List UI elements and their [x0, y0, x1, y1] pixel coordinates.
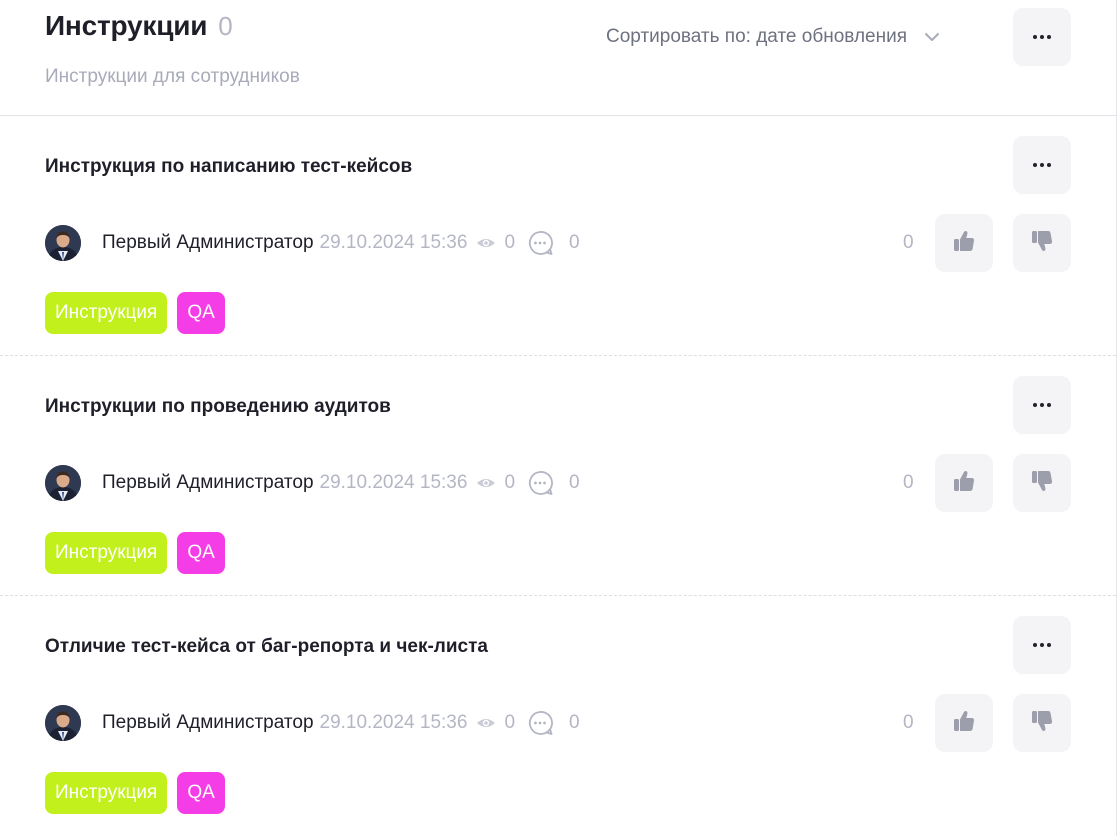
comment-icon[interactable]	[527, 470, 553, 496]
tag-list: Инструкция QA	[45, 772, 225, 814]
eye-icon	[476, 236, 496, 250]
instruction-title[interactable]: Инструкции по проведению аудитов	[45, 396, 391, 418]
instruction-item: Отличие тест-кейса от баг-репорта и чек-…	[0, 596, 1116, 836]
views-count: 0	[504, 232, 516, 253]
avatar[interactable]	[45, 225, 81, 261]
thumbs-down-icon	[1030, 469, 1054, 498]
publish-date: 29.10.2024 15:36	[319, 472, 468, 493]
dislike-button[interactable]	[1013, 694, 1071, 752]
author-name[interactable]: Первый Администратор	[102, 232, 314, 254]
title-row: Инструкции 0	[45, 10, 233, 42]
more-dots-icon	[1033, 163, 1051, 167]
chevron-down-icon	[923, 28, 941, 46]
instruction-list: Инструкция по написанию тест-кейсов Перв…	[0, 116, 1116, 836]
more-dots-icon	[1033, 35, 1051, 39]
tag-list: Инструкция QA	[45, 292, 225, 334]
item-more-button[interactable]	[1013, 616, 1071, 674]
dislike-button[interactable]	[1013, 214, 1071, 272]
comments-count: 0	[569, 712, 580, 733]
views-count: 0	[504, 472, 516, 493]
page-subtitle: Инструкции для сотрудников	[45, 66, 300, 87]
tag-instruction[interactable]: Инструкция	[45, 532, 168, 574]
rating-count: 0	[903, 232, 914, 253]
tag-qa[interactable]: QA	[177, 532, 225, 574]
page-count: 0	[218, 11, 233, 41]
views-count: 0	[504, 712, 516, 733]
rating-count: 0	[903, 472, 914, 493]
tag-instruction[interactable]: Инструкция	[45, 292, 168, 334]
more-dots-icon	[1033, 403, 1051, 407]
thumbs-up-icon	[952, 469, 976, 498]
instruction-title[interactable]: Отличие тест-кейса от баг-репорта и чек-…	[45, 636, 488, 658]
item-meta: Первый Администратор 29.10.2024 15:36 0	[45, 224, 580, 262]
comment-icon[interactable]	[527, 230, 553, 256]
tag-qa[interactable]: QA	[177, 772, 225, 814]
publish-date: 29.10.2024 15:36	[319, 712, 468, 733]
page-header: Инструкции 0 Инструкции для сотрудников …	[0, 0, 1116, 116]
tag-qa[interactable]: QA	[177, 292, 225, 334]
instructions-page: Инструкции 0 Инструкции для сотрудников …	[0, 0, 1117, 836]
publish-date: 29.10.2024 15:36	[319, 232, 468, 253]
like-button[interactable]	[935, 214, 993, 272]
comments-count: 0	[569, 232, 580, 253]
tag-instruction[interactable]: Инструкция	[45, 772, 168, 814]
sort-dropdown[interactable]: Сортировать по: дате обновления	[606, 26, 941, 48]
instruction-title[interactable]: Инструкция по написанию тест-кейсов	[45, 156, 412, 178]
thumbs-up-icon	[952, 229, 976, 258]
tag-list: Инструкция QA	[45, 532, 225, 574]
rating-count: 0	[903, 712, 914, 733]
thumbs-down-icon	[1030, 229, 1054, 258]
item-meta: Первый Администратор 29.10.2024 15:36 0	[45, 464, 580, 502]
eye-icon	[476, 716, 496, 730]
dislike-button[interactable]	[1013, 454, 1071, 512]
thumbs-up-icon	[952, 709, 976, 738]
instruction-item: Инструкция по написанию тест-кейсов Перв…	[0, 116, 1116, 356]
item-more-button[interactable]	[1013, 376, 1071, 434]
more-dots-icon	[1033, 643, 1051, 647]
sort-label: Сортировать по: дате обновления	[606, 26, 907, 47]
comment-icon[interactable]	[527, 710, 553, 736]
avatar[interactable]	[45, 465, 81, 501]
item-meta: Первый Администратор 29.10.2024 15:36 0	[45, 704, 580, 742]
author-name[interactable]: Первый Администратор	[102, 472, 314, 494]
page-title: Инструкции	[45, 10, 208, 41]
header-more-button[interactable]	[1013, 8, 1071, 66]
like-button[interactable]	[935, 454, 993, 512]
instruction-item: Инструкции по проведению аудитов Первый …	[0, 356, 1116, 596]
author-name[interactable]: Первый Администратор	[102, 712, 314, 734]
eye-icon	[476, 476, 496, 490]
thumbs-down-icon	[1030, 709, 1054, 738]
comments-count: 0	[569, 472, 580, 493]
avatar[interactable]	[45, 705, 81, 741]
like-button[interactable]	[935, 694, 993, 752]
item-more-button[interactable]	[1013, 136, 1071, 194]
